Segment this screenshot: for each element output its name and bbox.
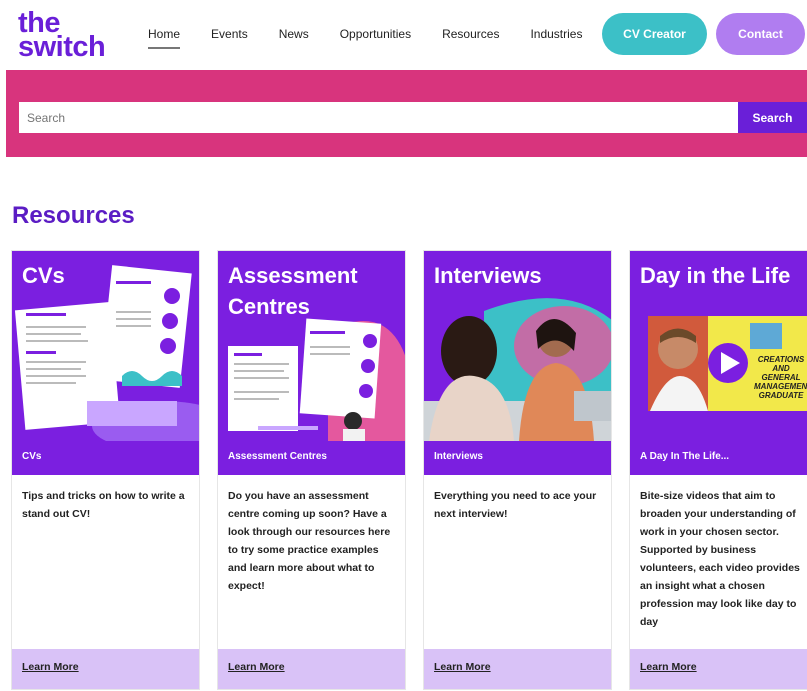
resource-card-interviews[interactable]: Interviews Interviews Everything you nee… xyxy=(423,250,612,690)
card-caption-bar: A Day In The Life... xyxy=(630,441,807,475)
search-input[interactable] xyxy=(19,102,738,133)
card-caption-bar: Assessment Centres xyxy=(218,441,405,475)
search-button[interactable]: Search xyxy=(738,102,807,133)
resource-card-day-in-the-life[interactable]: Day in the Life CREATIONS AND GENERAL MA… xyxy=(629,250,807,690)
learn-more-link[interactable]: Learn More xyxy=(228,661,285,673)
card-caption-bar: CVs xyxy=(12,441,199,475)
card-description: Bite-size videos that aim to broaden you… xyxy=(640,490,800,628)
card-description: Everything you need to ace your next int… xyxy=(434,490,597,520)
card-footer: Learn More xyxy=(218,649,405,689)
learn-more-link[interactable]: Learn More xyxy=(434,661,491,673)
site-logo[interactable]: the switch xyxy=(18,9,106,63)
nav-industries[interactable]: Industries xyxy=(530,27,582,41)
nav-news[interactable]: News xyxy=(279,27,309,41)
nav-events[interactable]: Events xyxy=(211,27,248,41)
video-thumbnail xyxy=(648,316,807,411)
nav-opportunities[interactable]: Opportunities xyxy=(340,27,411,41)
assessment-illustration xyxy=(228,318,405,441)
card-footer: Learn More xyxy=(630,649,807,689)
card-footer: Learn More xyxy=(12,649,199,689)
cv-creator-button[interactable]: CV Creator xyxy=(602,13,707,55)
search-band: Search xyxy=(6,70,807,157)
section-title: Resources xyxy=(12,202,135,229)
cv-documents-illustration xyxy=(14,265,199,441)
resource-card-cvs[interactable]: CVs CVs Tips and tricks on how to write … xyxy=(11,250,200,690)
contact-button[interactable]: Contact xyxy=(716,13,805,55)
card-footer: Learn More xyxy=(424,649,611,689)
card-caption: A Day In The Life... xyxy=(640,451,730,462)
learn-more-link[interactable]: Learn More xyxy=(22,661,79,673)
card-image: Day in the Life CREATIONS AND GENERAL MA… xyxy=(630,251,807,441)
learn-more-link[interactable]: Learn More xyxy=(640,661,697,673)
logo-line-2: switch xyxy=(18,30,106,63)
video-sign-text: CREATIONS AND GENERAL MANAGEMENT GRADUAT… xyxy=(754,355,807,400)
card-description: Tips and tricks on how to write a stand … xyxy=(22,490,185,520)
resource-card-assessment-centres[interactable]: Assessment Centres Assessment Centres Do… xyxy=(217,250,406,690)
card-image: Interviews xyxy=(424,251,611,441)
card-description: Do you have an assessment centre coming … xyxy=(228,490,391,592)
card-caption: Assessment Centres xyxy=(228,451,327,462)
card-image: Assessment Centres xyxy=(218,251,405,441)
card-image-title: Interviews xyxy=(434,263,542,288)
card-caption-bar: Interviews xyxy=(424,441,611,475)
nav-resources[interactable]: Resources xyxy=(442,27,499,41)
card-image: CVs xyxy=(12,251,199,441)
card-caption: CVs xyxy=(22,451,42,462)
card-caption: Interviews xyxy=(434,451,483,462)
main-nav: Home Events News Opportunities Resources… xyxy=(148,27,613,49)
nav-home[interactable]: Home xyxy=(148,27,181,49)
